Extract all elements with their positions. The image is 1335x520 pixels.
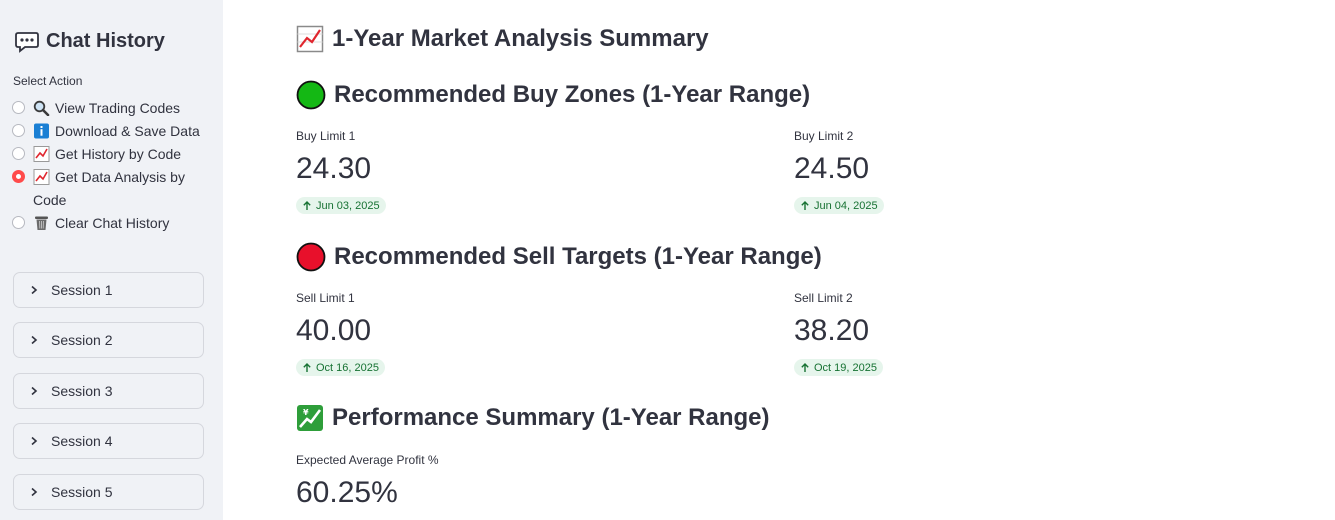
session-label: Session 5 xyxy=(51,484,113,500)
expected-average-profit-metric: Expected Average Profit % 60.25% xyxy=(296,453,439,511)
chart-increasing-icon xyxy=(33,169,50,185)
radio-get-history-by-code[interactable]: Get History by Code xyxy=(12,143,202,166)
radio-label: Get History by Code xyxy=(55,146,182,162)
green-circle-icon xyxy=(296,80,326,110)
radio-circle[interactable] xyxy=(12,147,25,160)
metric-label: Buy Limit 2 xyxy=(794,129,854,143)
performance-summary-heading: ¥ Performance Summary (1-Year Range) xyxy=(296,404,770,432)
session-expander-5[interactable]: Session 5 xyxy=(13,474,204,510)
radio-view-trading-codes[interactable]: View Trading Codes xyxy=(12,97,202,120)
session-label: Session 2 xyxy=(51,332,113,348)
sidebar-title-text: Chat History xyxy=(46,30,165,52)
radio-get-data-analysis-by-code[interactable]: Get Data Analysis by Code xyxy=(12,166,202,212)
radio-label: View Trading Codes xyxy=(55,100,181,116)
arrow-up-icon xyxy=(303,200,311,210)
radio-circle-selected[interactable] xyxy=(12,170,25,183)
sidebar: Chat History Select Action View Trading … xyxy=(0,0,223,520)
action-radio-group: View Trading Codes Download & Save Data … xyxy=(12,97,202,235)
chart-increasing-icon xyxy=(33,146,50,162)
metric-value: 38.20 xyxy=(794,314,870,347)
metric-value: 60.25% xyxy=(296,476,398,509)
buy-limit-2-metric: Buy Limit 2 24.50 Jun 04, 2025 xyxy=(794,129,884,216)
sidebar-title: Chat History xyxy=(15,30,165,53)
radio-label: Clear Chat History xyxy=(55,215,170,231)
radio-circle[interactable] xyxy=(12,124,25,137)
chevron-right-icon xyxy=(31,386,38,396)
delta-badge: Oct 19, 2025 xyxy=(794,359,883,376)
chart-increasing-with-yen-icon: ¥ xyxy=(297,405,323,431)
arrow-up-icon xyxy=(801,200,809,210)
arrow-up-icon xyxy=(303,362,311,372)
radio-label: Download & Save Data xyxy=(55,123,200,139)
buy-limit-1-metric: Buy Limit 1 24.30 Jun 03, 2025 xyxy=(296,129,386,216)
sell-limit-2-metric: Sell Limit 2 38.20 Oct 19, 2025 xyxy=(794,291,883,378)
speech-balloon-icon xyxy=(15,31,39,53)
magnifier-icon xyxy=(33,100,50,116)
session-expander-2[interactable]: Session 2 xyxy=(13,322,204,358)
page-title-text: 1-Year Market Analysis Summary xyxy=(332,25,709,52)
session-label: Session 4 xyxy=(51,433,113,449)
session-label: Session 1 xyxy=(51,282,113,298)
metric-value: 24.50 xyxy=(794,152,870,185)
session-expander-1[interactable]: Session 1 xyxy=(13,272,204,308)
delta-text: Jun 03, 2025 xyxy=(316,199,380,212)
performance-summary-heading-text: Performance Summary (1-Year Range) xyxy=(332,404,770,431)
chart-increasing-icon xyxy=(296,25,324,53)
metric-label: Expected Average Profit % xyxy=(296,453,439,467)
sell-targets-heading: Recommended Sell Targets (1-Year Range) xyxy=(296,242,822,272)
metric-label: Buy Limit 1 xyxy=(296,129,356,143)
select-action-label: Select Action xyxy=(13,74,83,88)
page-title: 1-Year Market Analysis Summary xyxy=(296,25,709,53)
session-expander-3[interactable]: Session 3 xyxy=(13,373,204,409)
radio-clear-chat-history[interactable]: Clear Chat History xyxy=(12,212,202,235)
delta-text: Oct 19, 2025 xyxy=(814,361,877,374)
metric-label: Sell Limit 2 xyxy=(794,291,853,305)
wastebasket-icon xyxy=(35,216,48,230)
delta-text: Oct 16, 2025 xyxy=(316,361,379,374)
delta-badge: Oct 16, 2025 xyxy=(296,359,385,376)
info-icon xyxy=(34,123,49,139)
metric-value: 24.30 xyxy=(296,152,372,185)
session-expander-4[interactable]: Session 4 xyxy=(13,423,204,459)
svg-text:¥: ¥ xyxy=(303,408,309,417)
delta-text: Jun 04, 2025 xyxy=(814,199,878,212)
sell-limit-1-metric: Sell Limit 1 40.00 Oct 16, 2025 xyxy=(296,291,385,378)
metric-value: 40.00 xyxy=(296,314,372,347)
chevron-right-icon xyxy=(31,487,38,497)
chevron-right-icon xyxy=(31,436,38,446)
sell-targets-heading-text: Recommended Sell Targets (1-Year Range) xyxy=(334,243,822,270)
delta-badge: Jun 04, 2025 xyxy=(794,197,884,214)
buy-zones-heading-text: Recommended Buy Zones (1-Year Range) xyxy=(334,81,811,108)
delta-badge: Jun 03, 2025 xyxy=(296,197,386,214)
chevron-right-icon xyxy=(31,285,38,295)
radio-download-save-data[interactable]: Download & Save Data xyxy=(12,120,202,143)
arrow-up-icon xyxy=(801,362,809,372)
buy-zones-heading: Recommended Buy Zones (1-Year Range) xyxy=(296,80,810,110)
session-label: Session 3 xyxy=(51,383,113,399)
radio-circle[interactable] xyxy=(12,216,25,229)
radio-circle[interactable] xyxy=(12,101,25,114)
radio-label: Get Data Analysis by Code xyxy=(33,169,185,208)
chevron-right-icon xyxy=(31,335,38,345)
metric-label: Sell Limit 1 xyxy=(296,291,355,305)
red-circle-icon xyxy=(296,242,326,272)
